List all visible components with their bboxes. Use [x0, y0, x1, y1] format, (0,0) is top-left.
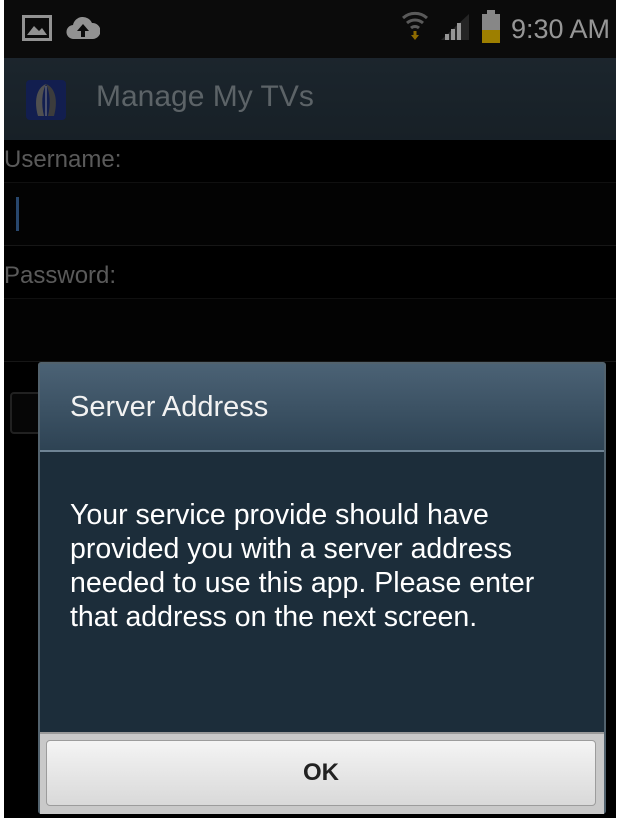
dialog-title-bar: Server Address: [40, 364, 604, 452]
dialog-button-bar: OK: [40, 732, 604, 814]
ok-button[interactable]: OK: [46, 740, 596, 806]
screen: 9:30 AM Manage My TVs Username: Password…: [4, 0, 616, 818]
dialog-title: Server Address: [70, 391, 269, 423]
dialog-message: Your service provide should have provide…: [70, 499, 535, 633]
server-address-dialog: Server Address Your service provide shou…: [38, 362, 606, 814]
